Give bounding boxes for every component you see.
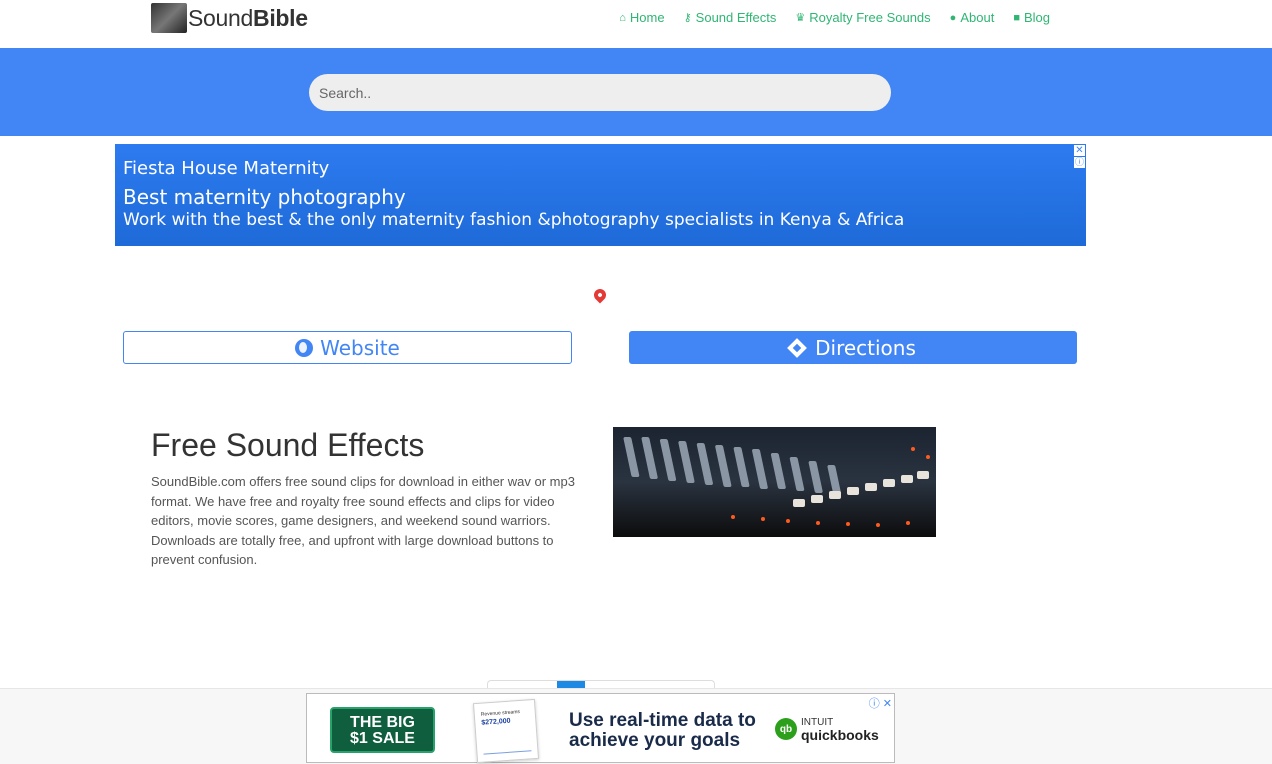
website-button-label: Website — [320, 335, 400, 360]
quickbooks-icon: qb — [775, 718, 797, 740]
top-navbar: SoundBible ⌂ Home ⚷ Sound Effects ♛ Royalty… — [0, 0, 1272, 48]
info-icon: ● — [949, 11, 957, 24]
nav-home-label: Home — [629, 10, 665, 25]
blogger-icon: ■ — [1013, 11, 1020, 24]
main-nav: ⌂ Home ⚷ Sound Effects ♛ Royalty Free Sound… — [600, 10, 1050, 25]
logo-text: SoundBible — [188, 5, 308, 32]
quickbooks-logo: qb INTUIT quickbooks — [775, 717, 879, 743]
ad-banner-top[interactable]: Fiesta House Maternity Best maternity ph… — [115, 144, 1086, 246]
site-logo[interactable]: SoundBible — [151, 3, 308, 33]
mixer-illustration — [613, 427, 936, 537]
website-button[interactable]: Website — [123, 331, 572, 364]
nav-royalty-free-label: Royalty Free Sounds — [809, 10, 931, 25]
chart-thumb-value: $272,000 — [481, 717, 511, 727]
ad-banner-bottom[interactable]: THE BIG $1 SALE Revenue streams $272,000… — [306, 693, 895, 764]
ad-bottom-headline: Use real-time data to achieve your goals — [569, 711, 756, 751]
globe-icon — [295, 338, 314, 357]
ad-headline: Best maternity photography — [123, 185, 406, 209]
ad-close-icon[interactable]: ✕ — [1074, 145, 1085, 156]
search-band — [0, 48, 1272, 136]
logo-text-light: Sound — [188, 4, 254, 31]
quickbooks-label: quickbooks — [801, 727, 879, 743]
nav-about[interactable]: ● About — [950, 10, 995, 25]
sale-line-2: $1 SALE — [350, 730, 415, 747]
ad-bottom-headline-2: achieve your goals — [569, 730, 741, 751]
page-description: SoundBible.com offers free sound clips f… — [151, 474, 575, 567]
revenue-chart-thumbnail: Revenue streams $272,000 — [472, 698, 540, 764]
map-pin-icon — [591, 286, 609, 304]
nav-about-label: About — [960, 10, 995, 25]
directions-icon — [787, 337, 808, 358]
nav-home[interactable]: ⌂ Home — [619, 10, 664, 25]
home-icon: ⌂ — [619, 11, 626, 24]
nav-blog[interactable]: ■ Blog — [1013, 10, 1050, 25]
page-title: Free Sound Effects — [151, 427, 425, 463]
crown-icon: ♛ — [795, 12, 806, 24]
ad-info-icon[interactable]: ⓘ — [1074, 157, 1085, 168]
ad-bottom-headline-1: Use real-time data to — [569, 710, 756, 731]
ad-bottom-close-icons[interactable]: ⓘ ✕ — [869, 695, 892, 711]
sale-line-1: THE BIG — [350, 714, 415, 731]
logo-image — [151, 3, 187, 33]
quickbooks-wordmark: INTUIT quickbooks — [801, 717, 879, 743]
directions-button[interactable]: Directions — [629, 331, 1077, 364]
chart-thumb-title: Revenue streams — [480, 708, 521, 718]
chart-thumb-line — [482, 734, 532, 755]
directions-button-label: Directions — [815, 335, 916, 360]
ad-body: Work with the best & the only maternity … — [123, 210, 905, 230]
nav-blog-label: Blog — [1023, 10, 1050, 25]
key-icon: ⚷ — [683, 12, 692, 24]
nav-sound-effects-label: Sound Effects — [695, 10, 777, 25]
nav-sound-effects[interactable]: ⚷ Sound Effects — [684, 10, 777, 25]
sale-badge: THE BIG $1 SALE — [330, 707, 435, 753]
mixing-console-image — [613, 427, 936, 537]
logo-text-bold: Bible — [253, 4, 308, 31]
nav-royalty-free-sounds[interactable]: ♛ Royalty Free Sounds — [795, 10, 930, 25]
search-input[interactable] — [309, 74, 891, 111]
ad-advertiser: Fiesta House Maternity — [123, 158, 330, 179]
